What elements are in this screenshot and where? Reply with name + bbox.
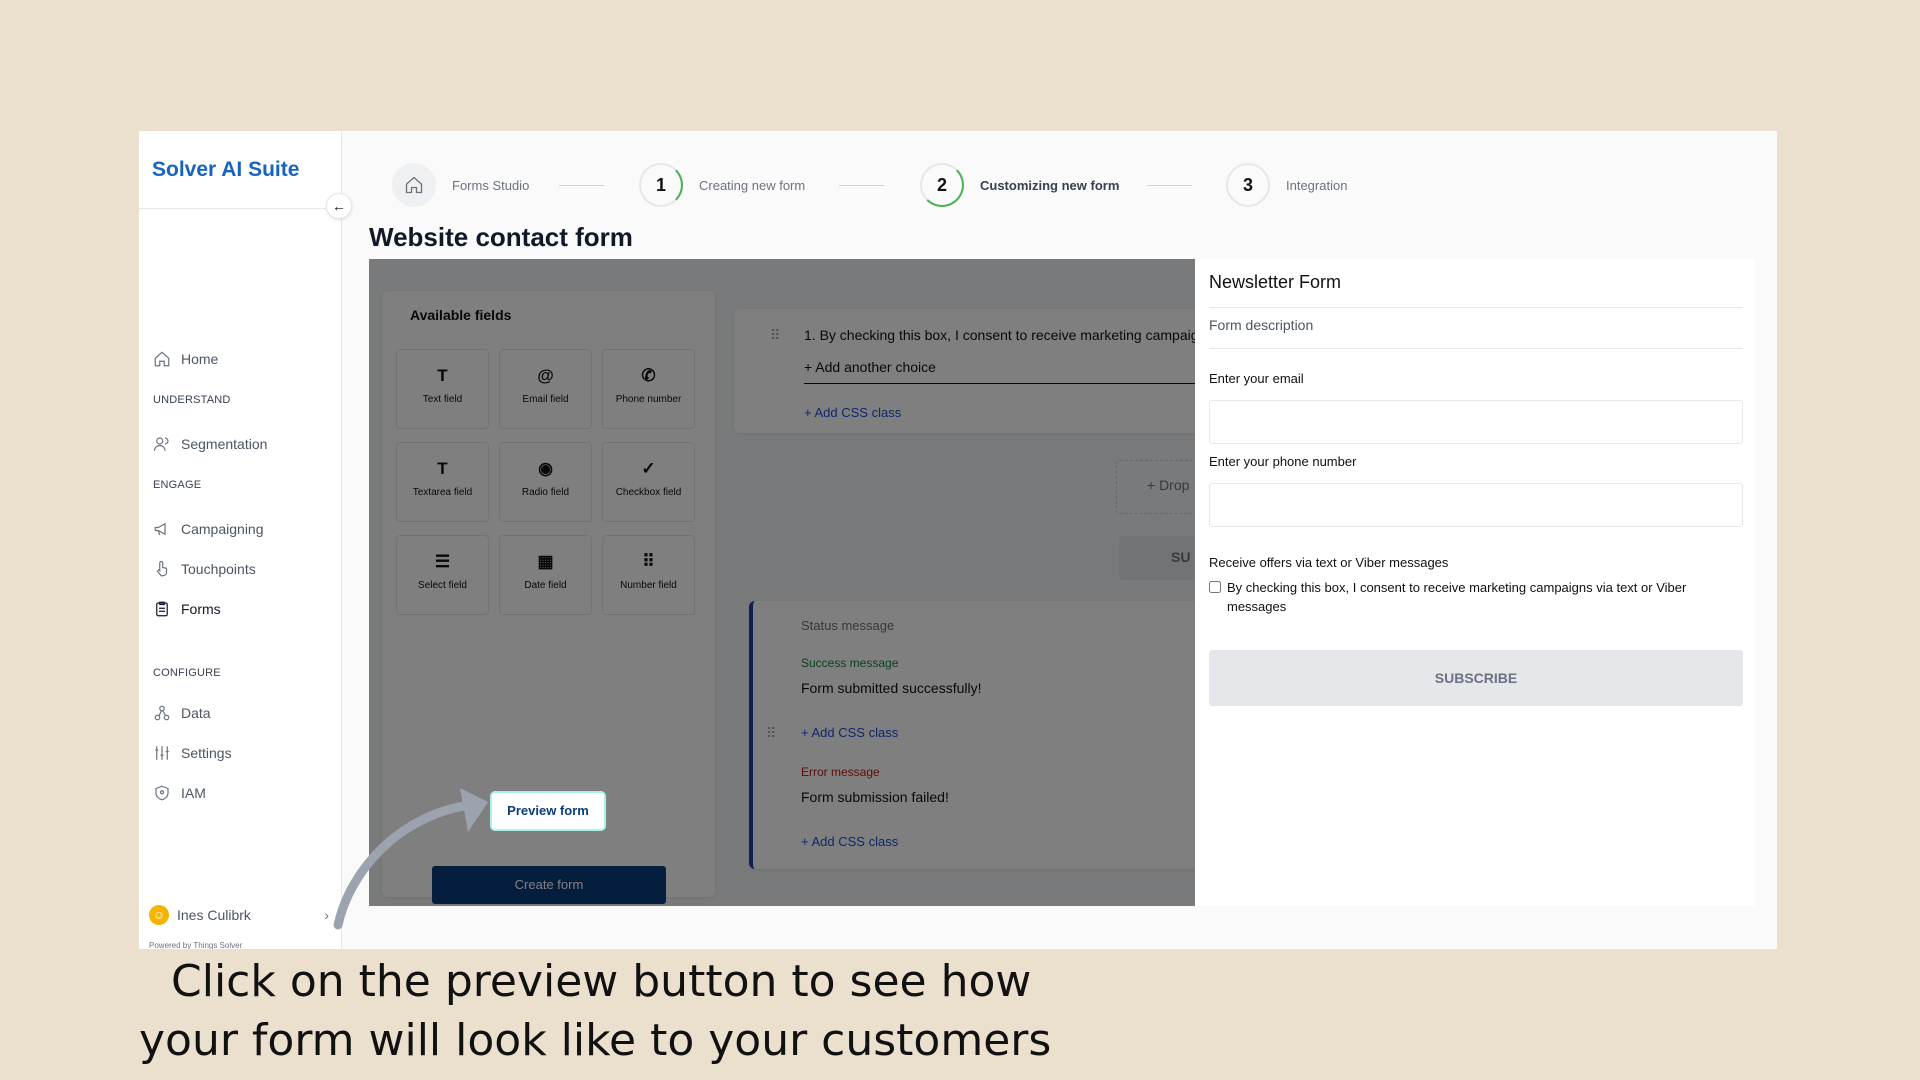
- chevron-right-icon: ›: [324, 907, 329, 923]
- brand-logo[interactable]: Solver AI Suite: [152, 158, 299, 182]
- email-label: Enter your email: [1209, 371, 1304, 386]
- step-home-circle: [392, 163, 436, 207]
- avatar: ☺: [149, 905, 169, 925]
- subscribe-button[interactable]: SUBSCRIBE: [1209, 650, 1743, 706]
- preview-divider: [1209, 348, 1743, 349]
- powered-by: Powered by Things Solver: [149, 941, 243, 949]
- step-forms-studio[interactable]: Forms Studio: [392, 162, 529, 208]
- tutorial-caption: Click on the preview button to see how y…: [139, 952, 1052, 1070]
- sidebar-item-campaigning[interactable]: Campaigning: [153, 517, 264, 541]
- sidebar-item-label: Segmentation: [181, 436, 268, 452]
- brand-divider: [139, 208, 342, 209]
- megaphone-icon: [154, 522, 166, 536]
- step-label: Creating new form: [699, 177, 806, 193]
- clipboard-icon: [156, 601, 168, 617]
- sliders-icon: [155, 746, 169, 760]
- sidebar-item-label: Touchpoints: [181, 561, 256, 577]
- sidebar-item-label: Campaigning: [181, 521, 264, 537]
- consent-text: By checking this box, I consent to recei…: [1227, 580, 1687, 614]
- step-number-circle: 1: [639, 163, 683, 207]
- collapse-sidebar-button[interactable]: ←: [326, 193, 352, 219]
- step-number-circle: 3: [1226, 163, 1270, 207]
- sidebar: Solver AI Suite Home UNDERSTAND Segmenta…: [139, 131, 342, 949]
- consent-row: By checking this box, I consent to recei…: [1209, 578, 1743, 616]
- step-1[interactable]: 1 Creating new form: [639, 162, 805, 208]
- preview-form-title: Newsletter Form: [1209, 272, 1342, 292]
- step-label: Forms Studio: [452, 177, 530, 193]
- pointer-icon: [156, 560, 168, 577]
- sidebar-item-touchpoints[interactable]: Touchpoints: [153, 557, 256, 581]
- sidebar-item-settings[interactable]: Settings: [153, 741, 232, 765]
- page-title: Website contact form: [369, 222, 633, 252]
- form-preview-panel: Newsletter Form Form description Enter y…: [1195, 259, 1755, 906]
- section-engage: ENGAGE: [153, 479, 202, 491]
- sidebar-item-label: Settings: [181, 745, 232, 761]
- sidebar-item-label: Forms: [181, 601, 221, 617]
- user-name: Ines Culibrk: [177, 907, 251, 923]
- offers-label: Receive offers via text or Viber message…: [1209, 555, 1449, 570]
- step-label: Customizing new form: [980, 177, 1120, 193]
- step-number-circle: 2: [920, 163, 964, 207]
- preview-divider: [1209, 307, 1743, 308]
- shield-icon: [155, 785, 169, 801]
- arrow-left-icon: ←: [332, 198, 346, 214]
- preview-form-button[interactable]: Preview form: [490, 791, 606, 831]
- preview-form-description: Form description: [1209, 317, 1314, 333]
- section-configure: CONFIGURE: [153, 667, 221, 679]
- caption-line-1: Click on the preview button to see how: [171, 956, 1032, 1007]
- step-label: Integration: [1286, 177, 1348, 193]
- sidebar-item-data[interactable]: Data: [153, 701, 211, 725]
- home-icon: [405, 176, 423, 194]
- sidebar-item-label: IAM: [181, 785, 206, 801]
- user-menu[interactable]: ☺ Ines Culibrk ›: [149, 903, 329, 927]
- section-understand: UNDERSTAND: [153, 394, 231, 406]
- nodes-icon: [154, 705, 170, 721]
- sidebar-item-label: Home: [181, 351, 219, 367]
- step-3[interactable]: 3 Integration: [1226, 162, 1347, 208]
- home-icon: [154, 351, 170, 367]
- phone-field[interactable]: [1209, 483, 1743, 527]
- step-connector: [559, 185, 604, 186]
- email-field[interactable]: [1209, 400, 1743, 444]
- sidebar-item-home[interactable]: Home: [153, 347, 218, 371]
- sidebar-item-label: Data: [181, 705, 211, 721]
- consent-checkbox[interactable]: [1209, 581, 1221, 593]
- sidebar-item-segmentation[interactable]: Segmentation: [153, 432, 267, 456]
- step-2[interactable]: 2 Customizing new form: [920, 162, 1119, 208]
- app-window: Solver AI Suite Home UNDERSTAND Segmenta…: [139, 131, 1777, 949]
- phone-label: Enter your phone number: [1209, 454, 1357, 469]
- sidebar-item-forms[interactable]: Forms: [153, 597, 221, 621]
- step-connector: [1147, 185, 1192, 186]
- step-connector: [839, 185, 884, 186]
- sidebar-item-iam[interactable]: IAM: [153, 781, 206, 805]
- users-icon: [153, 437, 169, 451]
- caption-line-2: your form will look like to your custome…: [139, 1015, 1052, 1066]
